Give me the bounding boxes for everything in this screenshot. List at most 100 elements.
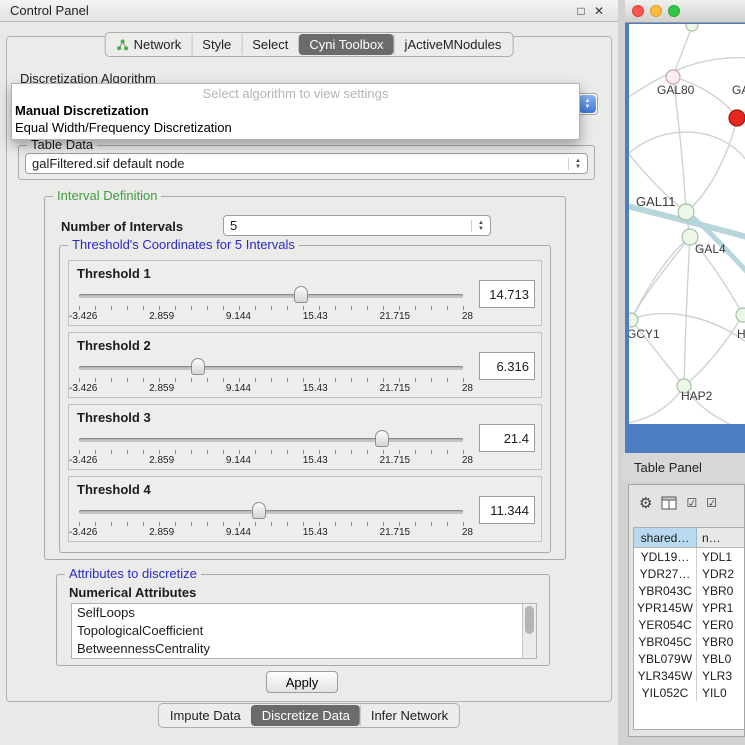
apply-button[interactable]: Apply bbox=[266, 671, 338, 693]
scale-label: 9.144 bbox=[226, 527, 251, 538]
table-data-combobox[interactable]: galFiltered.sif default node ▲ ▼ bbox=[25, 153, 588, 174]
tab-infer-network-label: Infer Network bbox=[371, 708, 448, 723]
list-item[interactable]: SelfLoops bbox=[72, 604, 536, 622]
threshold-1-slider-thumb[interactable] bbox=[294, 286, 308, 303]
network-view-window: GAL80 GA GAL11 GAL4 GCY1 HAP2 H bbox=[625, 0, 745, 453]
threshold-1-label: Threshold 1 bbox=[77, 266, 151, 281]
table-row[interactable]: YER054C YER0 bbox=[634, 616, 744, 633]
tab-discretize-data[interactable]: Discretize Data bbox=[251, 705, 360, 726]
slider-track[interactable] bbox=[79, 294, 463, 298]
tab-cyni-toolbox[interactable]: Cyni Toolbox bbox=[298, 34, 393, 55]
cell: YBL0 bbox=[697, 650, 744, 667]
tab-select[interactable]: Select bbox=[241, 34, 298, 55]
threshold-2-panel: Threshold 2 -3.426 2.859 9.144 15.43 21.… bbox=[68, 332, 542, 398]
scale-label: 28 bbox=[462, 311, 473, 322]
gear-icon[interactable]: ⚙ bbox=[639, 494, 652, 512]
threshold-3-panel: Threshold 3 -3.426 2.859 9.144 15.43 21.… bbox=[68, 404, 542, 470]
column-chooser-icon[interactable] bbox=[661, 496, 677, 510]
slider-scale: -3.426 2.859 9.144 15.43 21.715 28 bbox=[69, 455, 473, 466]
scale-label: 21.715 bbox=[380, 311, 411, 322]
threshold-2-slider[interactable] bbox=[79, 357, 463, 377]
zoom-button[interactable] bbox=[668, 5, 680, 17]
threshold-2-value-field[interactable]: 6.316 bbox=[479, 352, 535, 380]
cell: YBL079W bbox=[634, 650, 697, 667]
table-row[interactable]: YBR043C YBR0 bbox=[634, 582, 744, 599]
cell: YER054C bbox=[634, 616, 697, 633]
dropdown-item-equal-width-frequency[interactable]: Equal Width/Frequency Discretization bbox=[12, 119, 579, 136]
checkbox-icon[interactable]: ☑ bbox=[686, 496, 697, 510]
scrollbar-thumb[interactable] bbox=[525, 606, 534, 634]
threshold-3-slider-thumb[interactable] bbox=[375, 430, 389, 447]
dropdown-item-manual-discretization[interactable]: Manual Discretization bbox=[12, 102, 579, 119]
list-item[interactable]: BetweennessCentrality bbox=[72, 640, 536, 658]
combobox-stepper-icon: ▲ ▼ bbox=[579, 95, 596, 113]
scale-label: 9.144 bbox=[226, 455, 251, 466]
slider-track[interactable] bbox=[79, 510, 463, 514]
column-header-name[interactable]: n… bbox=[697, 528, 744, 547]
threshold-2-slider-thumb[interactable] bbox=[191, 358, 205, 375]
cell: YBR043C bbox=[634, 582, 697, 599]
table-panel-title: Table Panel bbox=[634, 460, 702, 475]
scale-label: 2.859 bbox=[149, 527, 174, 538]
arrow-down-icon: ▼ bbox=[585, 104, 591, 110]
table-row[interactable]: YBL079W YBL0 bbox=[634, 650, 744, 667]
combobox-arrows-icon: ▲ ▼ bbox=[568, 158, 581, 170]
threshold-4-slider-thumb[interactable] bbox=[252, 502, 266, 519]
table-panel-toolbar: ⚙ ☑ ☑ bbox=[629, 485, 744, 521]
slider-track[interactable] bbox=[79, 438, 463, 442]
scale-label: 2.859 bbox=[149, 455, 174, 466]
float-window-icon[interactable]: □ bbox=[572, 4, 590, 18]
slider-track[interactable] bbox=[79, 366, 463, 370]
table-panel-window: ⚙ ☑ ☑ shared… n… YDL19… YDL1 YDR27… YDR2… bbox=[628, 484, 745, 737]
scale-label: 15.43 bbox=[303, 311, 328, 322]
list-item[interactable]: TopologicalCoefficient bbox=[72, 622, 536, 640]
network-canvas[interactable]: GAL80 GA GAL11 GAL4 GCY1 HAP2 H bbox=[629, 24, 745, 424]
arrow-down-icon: ▼ bbox=[478, 226, 484, 232]
cell: YDR2 bbox=[697, 565, 744, 582]
tab-network[interactable]: Network bbox=[107, 34, 192, 55]
minimize-button[interactable] bbox=[650, 5, 662, 17]
table-row[interactable]: YBR045C YBR0 bbox=[634, 633, 744, 650]
node-label: GAL11 bbox=[636, 194, 676, 209]
column-header-shared-name[interactable]: shared… bbox=[634, 528, 697, 547]
scale-label: 21.715 bbox=[380, 527, 411, 538]
node-label: HAP2 bbox=[681, 389, 712, 403]
threshold-3-label: Threshold 3 bbox=[77, 410, 151, 425]
threshold-3-value-field[interactable]: 21.4 bbox=[479, 424, 535, 452]
table-row[interactable]: YPR145W YPR1 bbox=[634, 599, 744, 616]
slider-ticks bbox=[79, 450, 464, 454]
control-panel-window: Control Panel □ ✕ Network Style Select C… bbox=[0, 0, 618, 745]
threshold-1-value-field[interactable]: 14.713 bbox=[479, 280, 535, 308]
cell: YLR3 bbox=[697, 667, 744, 684]
scale-label: 28 bbox=[462, 527, 473, 538]
threshold-3-slider[interactable] bbox=[79, 429, 463, 449]
tab-style[interactable]: Style bbox=[191, 34, 241, 55]
threshold-2-label: Threshold 2 bbox=[77, 338, 151, 353]
threshold-4-slider[interactable] bbox=[79, 501, 463, 521]
tab-jactivemnodules[interactable]: jActiveMNodules bbox=[394, 34, 512, 55]
threshold-4-value-field[interactable]: 11.344 bbox=[479, 496, 535, 524]
cell: YPR1 bbox=[697, 599, 744, 616]
scale-label: 2.859 bbox=[149, 311, 174, 322]
threshold-4-label: Threshold 4 bbox=[77, 482, 151, 497]
table-row[interactable]: YLR345W YLR3 bbox=[634, 667, 744, 684]
close-window-icon[interactable]: ✕ bbox=[590, 4, 608, 18]
numerical-attributes-list[interactable]: SelfLoops TopologicalCoefficient Between… bbox=[71, 603, 537, 659]
close-button[interactable] bbox=[632, 5, 644, 17]
table-row[interactable]: YDL19… YDL1 bbox=[634, 548, 744, 565]
list-scrollbar[interactable] bbox=[522, 604, 536, 658]
tab-impute-data[interactable]: Impute Data bbox=[160, 705, 251, 726]
scale-label: 28 bbox=[462, 455, 473, 466]
scale-label: 15.43 bbox=[303, 455, 328, 466]
threshold-1-slider[interactable] bbox=[79, 285, 463, 305]
table-row[interactable]: YDR27… YDR2 bbox=[634, 565, 744, 582]
tab-infer-network[interactable]: Infer Network bbox=[360, 705, 458, 726]
table-header-row: shared… n… bbox=[634, 528, 744, 548]
table-data-group: Table Data galFiltered.sif default node … bbox=[18, 145, 595, 180]
number-of-intervals-spinner[interactable]: 5 ▲ ▼ bbox=[223, 215, 491, 236]
cell: YPR145W bbox=[634, 599, 697, 616]
node-attribute-table: shared… n… YDL19… YDL1 YDR27… YDR2 YBR04… bbox=[633, 527, 744, 730]
scale-label: 9.144 bbox=[226, 383, 251, 394]
table-row[interactable]: YIL052C YIL0 bbox=[634, 684, 744, 701]
checkbox-icon[interactable]: ☑ bbox=[706, 496, 717, 510]
